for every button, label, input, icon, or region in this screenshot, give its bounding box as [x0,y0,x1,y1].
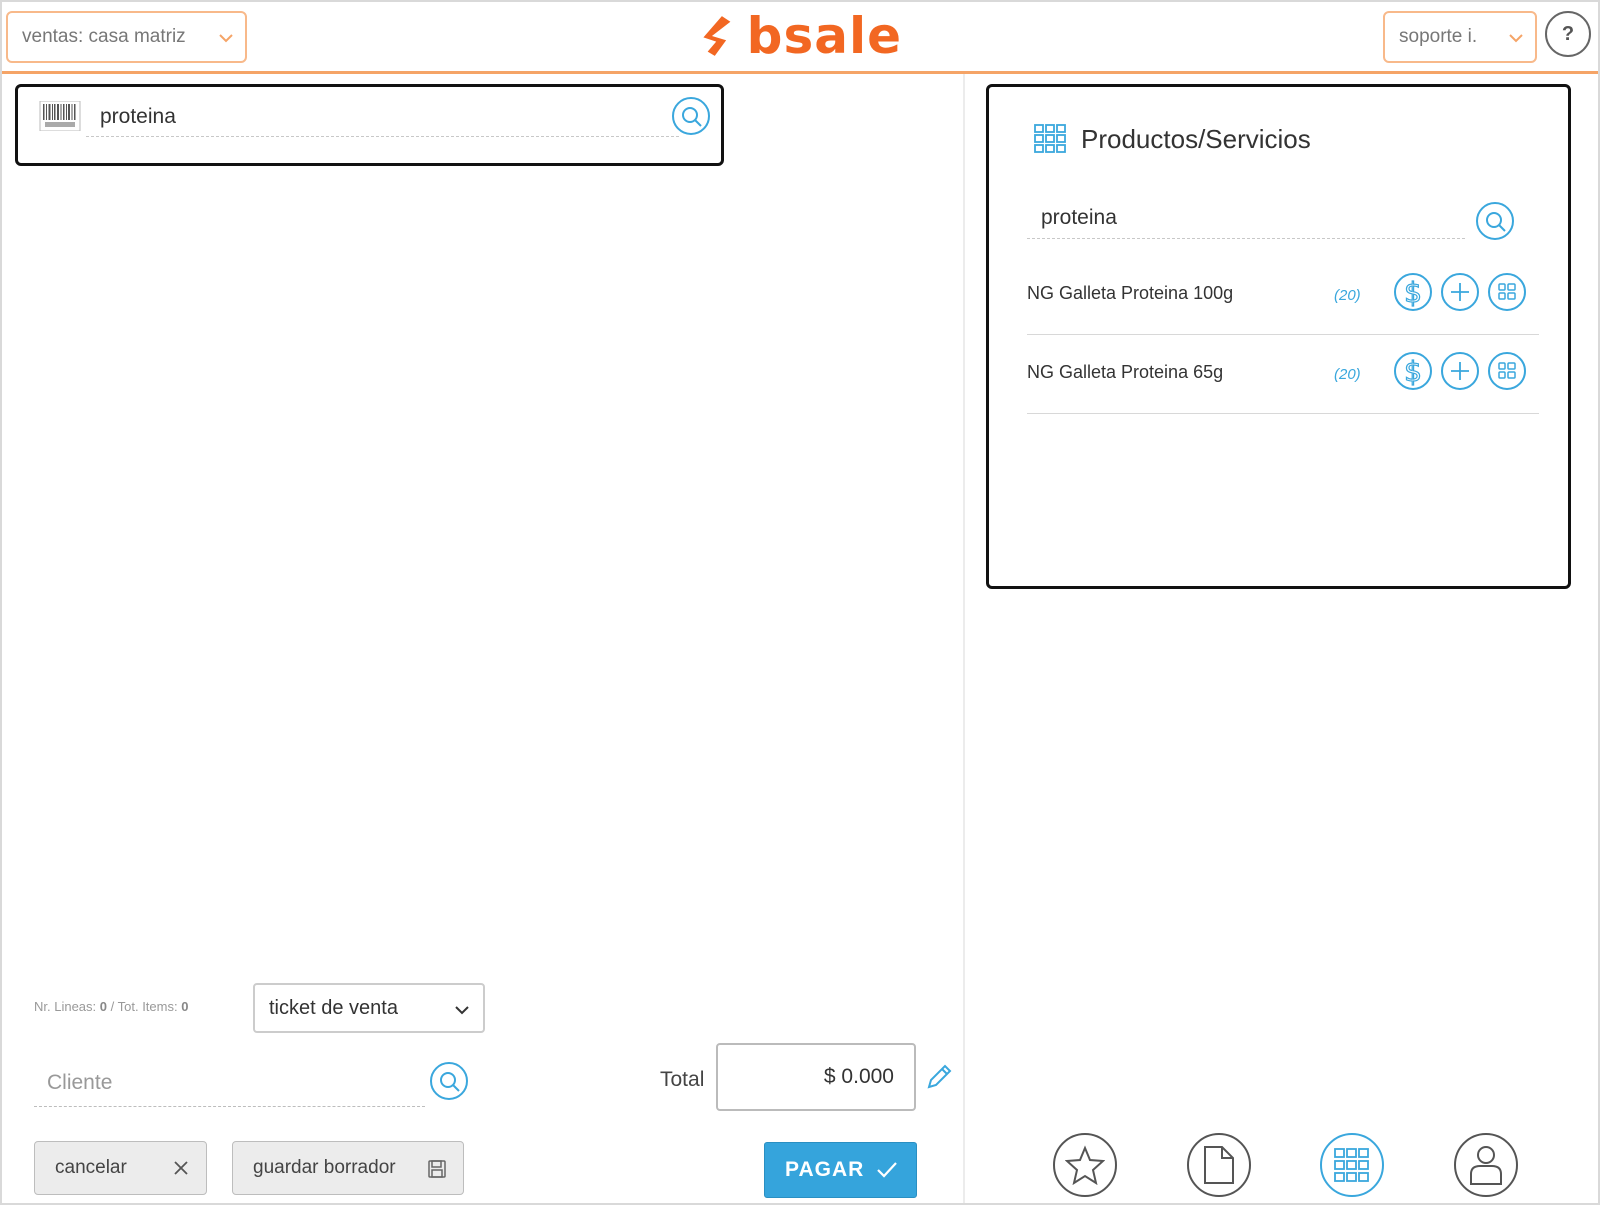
branch-select-label: ventas: casa matriz [22,26,186,47]
save-draft-button-label: guardar borrador [253,1157,396,1178]
product-row[interactable]: NG Galleta Proteina 65g (20) $ [1027,336,1539,414]
products-panel: Productos/Servicios NG Galleta Proteina … [986,84,1571,589]
products-nav-button[interactable] [1320,1133,1384,1197]
plus-icon [1451,362,1469,380]
product-search-button[interactable] [1476,202,1514,240]
user-select-label: soporte i. [1399,26,1478,47]
bsale-logo-mark-icon [703,16,731,56]
product-name: NG Galleta Proteina 100g [1027,283,1234,303]
user-icon [1470,1146,1502,1185]
total-label: Total [660,1068,705,1091]
client-nav-button[interactable] [1454,1133,1518,1197]
search-icon [440,1072,460,1092]
product-stock: (20) [1334,287,1361,304]
line-item-stats: Nr. Lineas: 0 / Tot. Items: 0 [34,999,189,1014]
favorites-nav-button[interactable] [1053,1133,1117,1197]
barcode-search-box [15,84,724,166]
search-icon [682,107,702,127]
product-search-input[interactable] [1027,197,1465,239]
check-icon [877,1162,897,1178]
save-draft-button[interactable]: guardar borrador [232,1141,464,1195]
document-icon [1204,1146,1234,1184]
dollar-icon: $ [1403,356,1422,386]
top-bar: ventas: casa matriz bsale soporte i. ? [2,2,1598,74]
panel-divider [963,74,965,1203]
add-product-button[interactable] [1441,273,1479,311]
add-product-button[interactable] [1441,352,1479,390]
product-name: NG Galleta Proteina 65g [1027,362,1224,382]
items-label: Tot. Items: [117,999,178,1014]
logo-text: bsale [746,7,902,65]
plus-icon [1451,283,1469,301]
chevron-down-icon [219,34,233,43]
barcode-search-input[interactable] [86,97,679,137]
grid-icon [1334,1148,1369,1182]
app-window: ventas: casa matriz bsale soporte i. ? p… [0,0,1600,1205]
floppy-disk-icon [428,1160,446,1178]
variants-icon [1498,283,1516,300]
bsale-logo: bsale [702,4,902,68]
close-icon [174,1161,188,1175]
product-stock: (20) [1334,366,1361,383]
cancel-button-label: cancelar [55,1157,127,1178]
client-search-button[interactable] [430,1062,468,1100]
variants-icon [1498,362,1516,379]
total-value: $ 0.000 [823,1065,894,1088]
grid-icon [1034,124,1066,153]
client-input[interactable] [34,1059,425,1107]
barcode-icon [39,101,81,131]
svg-text:$: $ [1404,356,1422,386]
items-value: 0 [181,999,189,1014]
document-type-label: ticket de venta [269,996,398,1019]
barcode-search-button[interactable] [672,97,710,135]
branch-select[interactable]: ventas: casa matriz [6,11,247,63]
price-button[interactable]: $ [1394,352,1432,390]
edit-total-pencil-icon[interactable] [924,1062,954,1092]
user-select[interactable]: soporte i. [1383,11,1537,63]
price-button[interactable]: $ [1394,273,1432,311]
product-variants-button[interactable] [1488,273,1526,311]
svg-text:$: $ [1404,277,1422,307]
panel-title: Productos/Servicios [1081,124,1311,154]
document-type-select[interactable]: ticket de venta [253,983,485,1033]
documents-nav-button[interactable] [1187,1133,1251,1197]
star-icon [1065,1145,1105,1185]
lines-value: 0 [99,999,108,1014]
chevron-down-icon [1509,34,1523,43]
total-amount: $ 0.000 [716,1043,916,1111]
lines-label: Nr. Lineas: [34,999,97,1014]
chevron-down-icon [455,1006,469,1015]
product-row[interactable]: NG Galleta Proteina 100g (20) $ [1027,257,1539,335]
search-icon [1486,212,1506,232]
product-variants-button[interactable] [1488,352,1526,390]
pay-button-label: PAGAR [785,1158,865,1181]
pay-button[interactable]: PAGAR [764,1142,917,1198]
dollar-icon: $ [1403,277,1422,307]
help-icon: ? [1561,22,1575,45]
cancel-button[interactable]: cancelar [34,1141,207,1195]
help-button[interactable]: ? [1545,11,1591,57]
